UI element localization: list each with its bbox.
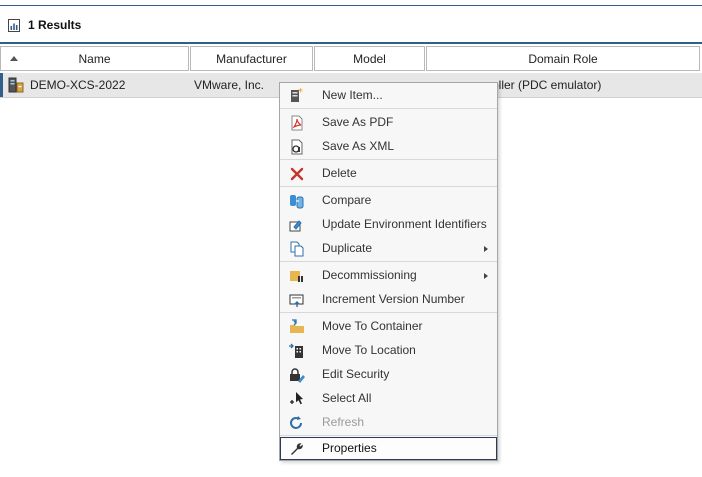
server-icon (8, 77, 24, 93)
menu-item-label: Refresh (322, 415, 365, 429)
menu-item-compare[interactable]: Compare (280, 189, 497, 212)
menu-item-duplicate[interactable]: Duplicate (280, 237, 497, 260)
compare-icon (290, 195, 304, 209)
menu-item-label: Save As PDF (322, 115, 394, 129)
menu-item-label: Delete (322, 166, 357, 180)
pdf-icon (291, 115, 303, 131)
column-header-domain-role[interactable]: Domain Role (426, 46, 700, 71)
svg-text:*: * (298, 87, 303, 98)
decommission-icon (290, 271, 303, 282)
menu-separator (280, 261, 497, 262)
move-location-icon (289, 343, 303, 358)
menu-item-label: Move To Location (322, 343, 416, 357)
domain-role-cell: oller (PDC emulator) (492, 78, 602, 92)
sort-ascending-icon (10, 56, 18, 61)
menu-separator (280, 108, 497, 109)
menu-item-label: Increment Version Number (322, 292, 465, 306)
menu-item-update-environment-identifiers[interactable]: Update Environment Identifiers (280, 213, 497, 236)
column-header-manufacturer[interactable]: Manufacturer (190, 46, 313, 71)
duplicate-icon (290, 241, 304, 257)
menu-item-label: Compare (322, 193, 372, 207)
menu-item-properties[interactable]: Properties (280, 437, 497, 460)
name-cell: DEMO-XCS-2022 (8, 73, 125, 97)
menu-item-label: Move To Container (322, 319, 423, 333)
row-name: DEMO-XCS-2022 (30, 78, 126, 92)
results-header: 1 Results (8, 16, 81, 34)
row-selection-marker (0, 73, 3, 97)
menu-item-label: New Item... (322, 88, 383, 102)
menu-item-save-as-xml[interactable]: Save As XML (280, 135, 497, 158)
menu-separator (280, 186, 497, 187)
select-all-icon (290, 392, 303, 405)
menu-item-label: Select All (322, 391, 372, 405)
report-icon (8, 18, 20, 32)
menu-item-label: Save As XML (322, 139, 395, 153)
menu-item-select-all[interactable]: Select All (280, 387, 497, 410)
menu-separator (280, 435, 497, 436)
xml-icon (291, 139, 303, 155)
menu-item-label: Update Environment Identifiers (322, 217, 487, 231)
delete-icon (290, 167, 304, 181)
move-container-icon (290, 319, 304, 333)
edit-security-icon (290, 368, 305, 383)
column-label: Name (78, 51, 111, 66)
submenu-arrow-icon (484, 273, 488, 279)
menu-item-move-to-container[interactable]: Move To Container (280, 315, 497, 338)
header-rule (0, 42, 702, 44)
menu-item-label: Edit Security (322, 367, 390, 381)
column-label: Domain Role (528, 51, 598, 66)
context-menu: * New Item... Save As PDF Save As XML De… (279, 82, 498, 461)
menu-item-decommissioning[interactable]: Decommissioning (280, 264, 497, 287)
menu-item-increment-version-number[interactable]: Increment Version Number (280, 288, 497, 311)
column-label: Model (353, 51, 386, 66)
increment-version-icon (289, 294, 304, 307)
menu-separator (280, 159, 497, 160)
menu-separator (280, 312, 497, 313)
menu-item-label: Decommissioning (322, 268, 417, 282)
update-identifiers-icon (289, 220, 302, 232)
column-header-name[interactable]: Name (0, 46, 189, 71)
menu-item-label: Duplicate (322, 241, 373, 255)
menu-item-edit-security[interactable]: Edit Security (280, 363, 497, 386)
manufacturer-cell: VMware, Inc. (194, 78, 265, 92)
menu-item-refresh[interactable]: Refresh (280, 411, 497, 434)
menu-item-new-item[interactable]: * New Item... (280, 84, 497, 107)
top-border (0, 5, 702, 6)
menu-item-delete[interactable]: Delete (280, 162, 497, 185)
column-label: Manufacturer (216, 51, 287, 66)
results-count: 1 Results (28, 18, 82, 32)
new-item-icon: * (291, 87, 303, 102)
column-header-model[interactable]: Model (314, 46, 425, 71)
menu-item-move-to-location[interactable]: Move To Location (280, 339, 497, 362)
refresh-icon (290, 416, 302, 429)
menu-item-label: Properties (322, 441, 377, 455)
menu-item-save-as-pdf[interactable]: Save As PDF (280, 111, 497, 134)
wrench-icon (291, 443, 303, 455)
submenu-arrow-icon (484, 246, 488, 252)
